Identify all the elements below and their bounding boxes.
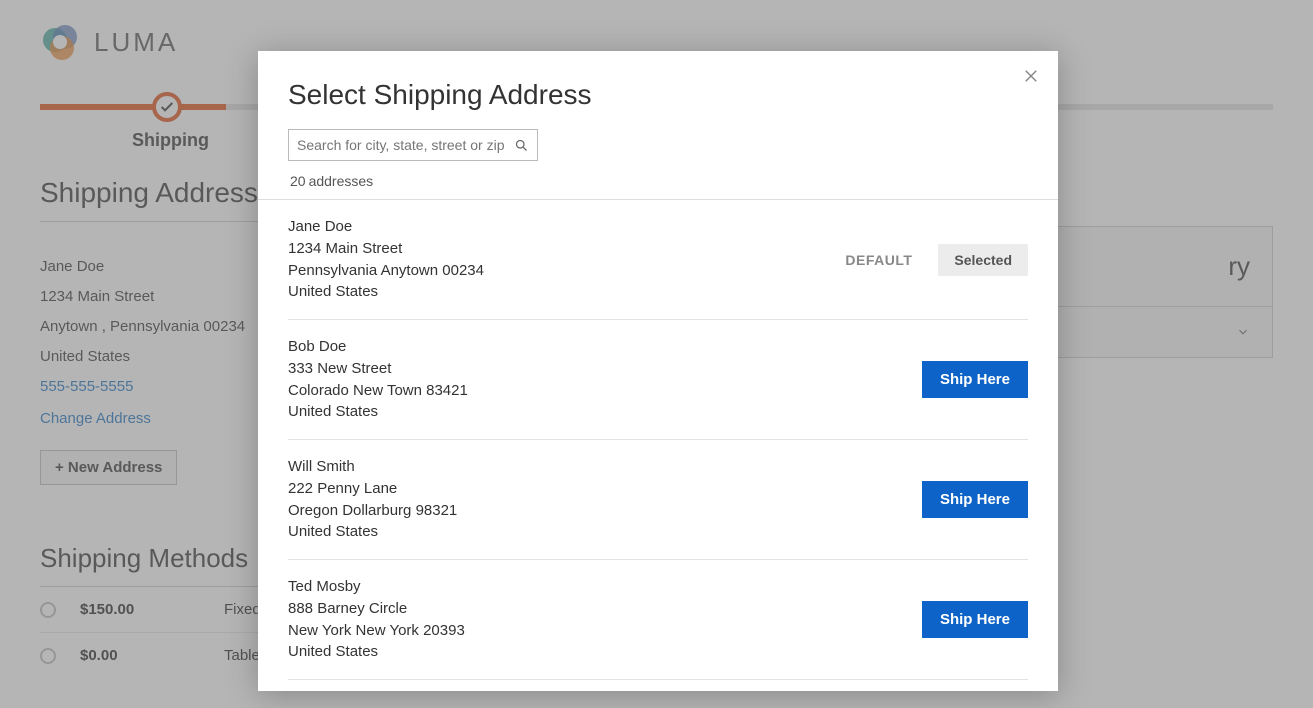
address-item: Bob Doe333 New StreetColorado New Town 8… <box>288 320 1028 440</box>
modal-title: Select Shipping Address <box>258 51 1058 123</box>
address-count-label: addresses <box>309 173 374 189</box>
address-list: Jane Doe1234 Main StreetPennsylvania Any… <box>258 200 1058 691</box>
address-item-text: Bob Doe333 New StreetColorado New Town 8… <box>288 336 922 423</box>
selected-badge: Selected <box>938 244 1028 276</box>
address-item: Will Smith222 Penny LaneOregon Dollarbur… <box>288 440 1028 560</box>
address-item-actions: Ship Here <box>922 361 1028 398</box>
ship-here-button[interactable]: Ship Here <box>922 601 1028 638</box>
address-item-actions: DEFAULT Selected <box>845 244 1028 276</box>
address-item-text: Will Smith222 Penny LaneOregon Dollarbur… <box>288 456 922 543</box>
address-item-text: Ted Mosby888 Barney CircleNew York New Y… <box>288 576 922 663</box>
address-item-actions: Ship Here <box>922 601 1028 638</box>
address-count-number: 20 <box>290 173 306 189</box>
address-item-text: Jane Doe1234 Main StreetPennsylvania Any… <box>288 216 845 303</box>
address-search-input[interactable] <box>297 137 514 153</box>
ship-here-button[interactable]: Ship Here <box>922 361 1028 398</box>
default-badge: DEFAULT <box>845 252 912 268</box>
address-item-actions: Ship Here <box>922 481 1028 518</box>
close-icon[interactable] <box>1022 67 1040 90</box>
address-item: Ted Mosby888 Barney CircleNew York New Y… <box>288 560 1028 680</box>
address-search[interactable] <box>288 129 538 161</box>
search-icon <box>514 138 529 153</box>
address-item: Murphy Brown <box>288 680 1028 691</box>
address-item: Jane Doe1234 Main StreetPennsylvania Any… <box>288 200 1028 320</box>
select-shipping-address-modal: Select Shipping Address 20addresses Jane… <box>258 51 1058 691</box>
ship-here-button[interactable]: Ship Here <box>922 481 1028 518</box>
address-count: 20addresses <box>290 173 1058 189</box>
